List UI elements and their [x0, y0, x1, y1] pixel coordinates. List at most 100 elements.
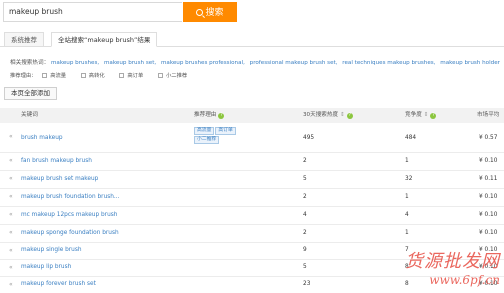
price-value: ¥ 0.11	[479, 176, 498, 182]
search-heat-value: 23	[303, 281, 311, 287]
price-value: ¥ 0.57	[479, 135, 498, 141]
filter-option-label: 高订单	[127, 73, 144, 79]
help-icon[interactable]: ?	[346, 113, 353, 119]
keyword-link[interactable]: makeup lip brush	[21, 264, 71, 270]
competition-value: 1	[405, 194, 409, 200]
table-row: « makeup lip brush 5 8 ¥ 0.10	[0, 260, 504, 277]
table-row: « makeup forever brush set 23 8 ¥ 0.10	[0, 277, 504, 293]
keyword-link[interactable]: fan brush makeup brush	[21, 158, 92, 164]
sort-icon[interactable]: ⇕	[424, 112, 429, 118]
search-heat-value: 5	[303, 176, 307, 182]
competition-value: 8	[405, 264, 409, 270]
related-keywords: 相关搜索热词： makeup brushes, makeup brush set…	[10, 58, 504, 66]
related-keyword-link[interactable]: makeup brushes,	[51, 60, 99, 66]
related-keyword-link[interactable]: makeup brush holder	[440, 60, 500, 66]
competition-value: 1	[405, 230, 409, 236]
checkbox[interactable]	[80, 73, 86, 78]
reason-tags: 高流量 高订单小二推荐	[194, 127, 254, 145]
price-value: ¥ 0.10	[479, 281, 498, 287]
add-icon[interactable]: «	[9, 281, 13, 288]
search-heat-value: 9	[303, 247, 307, 253]
price-value: ¥ 0.10	[479, 230, 498, 236]
competition-value: 8	[405, 281, 409, 287]
checkbox[interactable]	[119, 73, 125, 78]
competition-value: 7	[405, 247, 409, 253]
add-icon[interactable]: «	[9, 247, 13, 254]
search-bar: makeup brush 搜索	[0, 2, 240, 22]
price-value: ¥ 0.10	[479, 247, 498, 253]
header-price: 市场平均	[477, 112, 500, 118]
reason-tag: 小二推荐	[194, 136, 220, 144]
price-value: ¥ 0.10	[479, 212, 498, 218]
header-competition[interactable]: 竞争度 ⇕?	[405, 108, 437, 123]
checkbox[interactable]	[157, 73, 163, 78]
add-icon[interactable]: «	[9, 229, 13, 236]
filter-high-conversion[interactable]: 高转化	[80, 71, 105, 79]
add-icon[interactable]: «	[9, 211, 13, 218]
search-heat-value: 4	[303, 212, 307, 218]
filter-staff-recommend[interactable]: 小二推荐	[157, 71, 188, 79]
keyword-link[interactable]: makeup sponge foundation brush	[21, 230, 119, 236]
table-row: « mc makeup 12pcs makeup brush 4 4 ¥ 0.1…	[0, 207, 504, 225]
related-keyword-link[interactable]: makeup brush set,	[104, 60, 156, 66]
search-heat-value: 2	[303, 230, 307, 236]
price-value: ¥ 0.10	[479, 264, 498, 270]
filter-label: 推荐理由：	[10, 73, 37, 79]
table-header: 关键词 推荐理由? 30天搜索热度 ⇕? 竞争度 ⇕? 市场平均	[0, 108, 504, 123]
header-reason: 推荐理由?	[194, 108, 225, 123]
add-icon[interactable]: «	[9, 193, 13, 200]
keyword-link[interactable]: makeup single brush	[21, 247, 82, 253]
keyword-link[interactable]: makeup brush set makeup	[21, 176, 98, 182]
keyword-link[interactable]: mc makeup 12pcs makeup brush	[21, 212, 117, 218]
header-search-heat-label: 30天搜索热度	[303, 112, 339, 118]
checkbox[interactable]	[42, 73, 48, 78]
tab-system-recommend[interactable]: 系统推荐	[4, 32, 44, 47]
add-icon[interactable]: «	[9, 133, 13, 140]
sort-icon[interactable]: ⇕	[340, 112, 345, 118]
tab-site-search-results[interactable]: 全站搜索“makeup brush”结果	[51, 32, 158, 47]
search-heat-value: 5	[303, 264, 307, 270]
header-keyword: 关键词	[21, 112, 38, 118]
add-all-button[interactable]: 本页全部添加	[4, 87, 57, 100]
table-row: « fan brush makeup brush 2 1 ¥ 0.10	[0, 153, 504, 171]
keyword-link[interactable]: makeup forever brush set	[21, 281, 96, 287]
tab-bar: 系统推荐 全站搜索“makeup brush”结果	[0, 32, 504, 47]
search-input[interactable]: makeup brush	[3, 2, 182, 22]
competition-value: 484	[405, 135, 417, 141]
table-row: « makeup sponge foundation brush 2 1 ¥ 0…	[0, 225, 504, 243]
table-row: « makeup brush set makeup 5 32 ¥ 0.11	[0, 171, 504, 189]
search-button-label: 搜索	[205, 7, 224, 17]
related-keywords-label: 相关搜索热词：	[10, 60, 50, 66]
competition-value: 32	[405, 176, 413, 182]
filter-option-label: 小二推荐	[165, 73, 188, 79]
filter-option-label: 高流量	[50, 73, 67, 79]
table-row: « makeup single brush 9 7 ¥ 0.10	[0, 243, 504, 260]
header-competition-label: 竞争度	[405, 112, 422, 118]
header-search-heat[interactable]: 30天搜索热度 ⇕?	[303, 108, 353, 123]
header-reason-label: 推荐理由	[194, 112, 217, 118]
search-icon	[196, 9, 204, 16]
price-value: ¥ 0.10	[479, 158, 498, 164]
related-keyword-link[interactable]: real techniques makeup brushes,	[342, 60, 435, 66]
reason-tag: 高订单	[215, 127, 236, 135]
add-icon[interactable]: «	[9, 264, 13, 271]
related-keyword-link[interactable]: professional makeup brush set,	[250, 60, 338, 66]
filter-high-orders[interactable]: 高订单	[119, 71, 143, 79]
filter-option-label: 高转化	[88, 73, 105, 79]
search-button[interactable]: 搜索	[183, 2, 237, 22]
related-keyword-link[interactable]: makeup brushes professional,	[161, 60, 245, 66]
add-icon[interactable]: «	[9, 157, 13, 164]
help-icon[interactable]: ?	[218, 113, 225, 119]
keyword-link[interactable]: brush makeup	[21, 135, 63, 141]
search-heat-value: 2	[303, 194, 307, 200]
help-icon[interactable]: ?	[430, 113, 437, 119]
reason-tag: 高流量	[194, 127, 215, 135]
reason-filters: 推荐理由： 高流量 高转化 高订单 小二推荐	[10, 71, 200, 79]
competition-value: 4	[405, 212, 409, 218]
search-heat-value: 495	[303, 135, 315, 141]
add-icon[interactable]: «	[9, 175, 13, 182]
filter-high-traffic[interactable]: 高流量	[42, 71, 66, 79]
table-row: « brush makeup 高流量 高订单小二推荐 495 484 ¥ 0.57	[0, 123, 504, 153]
keyword-link[interactable]: makeup brush foundation brush...	[21, 194, 119, 200]
search-heat-value: 2	[303, 158, 307, 164]
